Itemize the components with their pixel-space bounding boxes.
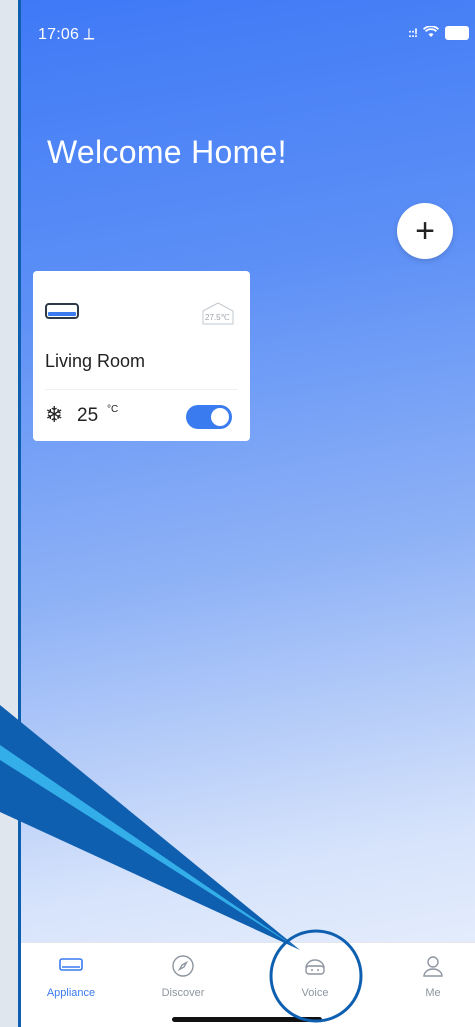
status-icons: ::!: [408, 25, 469, 41]
home-indicator: [172, 1017, 322, 1022]
signal-icon: ::!: [408, 26, 418, 40]
appliance-icon: [31, 951, 111, 981]
tab-label-discover: Discover: [161, 987, 205, 999]
status-time: 17:06 ⟂: [38, 26, 95, 43]
voice-icon: [275, 951, 355, 981]
card-divider: [45, 389, 238, 390]
power-toggle[interactable]: [186, 405, 232, 429]
compass-icon: [143, 951, 223, 981]
room-temperature: 27.5℃: [205, 313, 230, 322]
device-name: Living Room: [45, 351, 146, 371]
device-card[interactable]: 27.5℃ Living Room ❄ 25 °C: [33, 271, 250, 441]
tab-label-me: Me: [425, 987, 441, 999]
tab-voice[interactable]: Voice: [275, 951, 355, 999]
battery-icon: [445, 26, 469, 40]
tab-label-appliance: Appliance: [46, 987, 96, 999]
set-temperature: 25: [77, 405, 99, 426]
snowflake-icon: ❄: [45, 402, 64, 427]
tab-label-voice: Voice: [301, 987, 329, 999]
page-title: Welcome Home!: [47, 134, 287, 170]
toggle-knob: [211, 408, 229, 426]
tab-me[interactable]: Me: [393, 951, 473, 999]
air-conditioner-icon: [45, 303, 79, 326]
wifi-icon: [422, 25, 440, 41]
app-screen: 17:06 ⟂ ::! Welcome Home! + 27.5℃ Living…: [21, 0, 475, 1027]
tab-appliance[interactable]: Appliance: [31, 951, 111, 999]
tab-discover[interactable]: Discover: [143, 951, 223, 999]
tab-bar: Appliance Discover Voice Me: [21, 942, 475, 1027]
person-icon: [393, 951, 473, 981]
temperature-unit: °C: [107, 404, 119, 415]
add-device-button[interactable]: +: [397, 203, 453, 259]
status-bar: 17:06 ⟂ ::!: [21, 0, 475, 60]
